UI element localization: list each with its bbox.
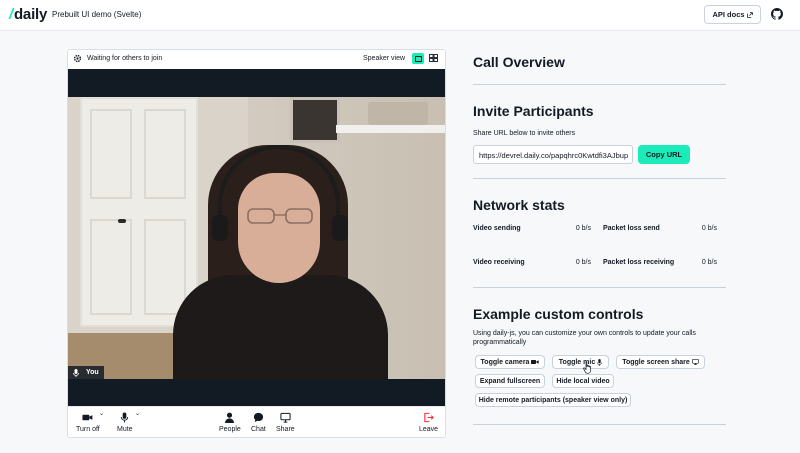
video-receiving-label: Video receiving — [473, 259, 525, 266]
people-button-label: People — [219, 426, 241, 433]
top-bar: /daily Prebuilt UI demo (Svelte) API doc… — [0, 0, 800, 31]
toggle-mic-button[interactable]: Toggle mic — [552, 355, 609, 369]
video-area: You — [68, 69, 445, 406]
participant-name-tag: You — [68, 366, 104, 379]
hide-local-video-button[interactable]: Hide local video — [552, 374, 614, 388]
video-sending-value: 0 b/s — [575, 225, 591, 232]
toggle-camera-button[interactable]: Toggle camera — [475, 355, 545, 369]
chat-bubble-icon — [253, 412, 263, 423]
gear-icon[interactable] — [73, 54, 82, 63]
camera-toggle[interactable]: Turn off — [76, 412, 100, 433]
api-docs-label: API docs — [712, 10, 745, 19]
divider — [473, 424, 726, 425]
hide-remote-participants-button[interactable]: Hide remote participants (speaker view o… — [475, 393, 631, 407]
screen-share-icon — [280, 412, 291, 423]
call-top-bar: Waiting for others to join Speaker view — [68, 50, 445, 69]
video-sending-label: Video sending — [473, 225, 521, 232]
packet-loss-send-value: 0 b/s — [701, 225, 717, 232]
divider — [473, 287, 726, 288]
divider — [473, 84, 726, 85]
call-controls-bar: Turn off ⌄ Mute ⌄ People Chat Share Leav… — [68, 406, 445, 437]
microphone-icon — [597, 358, 602, 366]
leave-button[interactable]: Leave — [419, 412, 438, 433]
call-status-text: Waiting for others to join — [87, 55, 163, 62]
mic-toggle[interactable]: Mute — [117, 412, 133, 433]
chat-button[interactable]: Chat — [251, 412, 266, 433]
toggle-camera-label: Toggle camera — [480, 358, 530, 366]
github-icon[interactable] — [771, 8, 783, 20]
mic-options-chevron-icon[interactable]: ⌄ — [135, 410, 140, 417]
mic-icon — [73, 368, 79, 377]
chat-button-label: Chat — [251, 426, 266, 433]
camera-toggle-label: Turn off — [76, 426, 100, 433]
daily-logo[interactable]: /daily — [9, 6, 47, 23]
share-button-label: Share — [276, 426, 295, 433]
custom-controls-description: Using daily-js, you can customize your o… — [473, 330, 696, 346]
mic-toggle-label: Mute — [117, 426, 133, 433]
app-title: Prebuilt UI demo (Svelte) — [52, 10, 142, 19]
api-docs-button[interactable]: API docs — [704, 5, 761, 24]
expand-fullscreen-button[interactable]: Expand fullscreen — [475, 374, 545, 388]
camera-options-chevron-icon[interactable]: ⌄ — [99, 410, 104, 417]
copy-url-button[interactable]: Copy URL — [638, 145, 690, 164]
packet-loss-receiving-value: 0 b/s — [701, 259, 717, 266]
divider — [473, 178, 726, 179]
person-icon — [225, 412, 235, 423]
network-stats-title: Network stats — [473, 197, 565, 213]
door — [80, 97, 198, 327]
call-overview-title: Call Overview — [473, 54, 565, 70]
participant-name: You — [86, 369, 99, 376]
external-link-icon — [746, 11, 753, 18]
leave-door-icon — [424, 412, 434, 423]
speaker-view-button[interactable] — [412, 53, 424, 64]
packet-loss-send-label: Packet loss send — [603, 225, 660, 232]
view-mode-label: Speaker view — [363, 55, 406, 62]
monitor-icon — [691, 359, 699, 365]
microphone-icon — [121, 412, 129, 423]
invite-url-field[interactable]: https://devrel.daily.co/papqhrc0Kwtdfi3A… — [473, 145, 633, 164]
call-frame: Waiting for others to join Speaker view — [67, 49, 446, 438]
toggle-screen-share-button[interactable]: Toggle screen share — [616, 355, 705, 369]
invite-title: Invite Participants — [473, 103, 594, 119]
leave-button-label: Leave — [419, 426, 439, 433]
video-camera-icon — [82, 414, 93, 421]
invite-description: Share URL below to invite others — [473, 130, 576, 137]
share-button[interactable]: Share — [276, 412, 295, 433]
custom-controls-title: Example custom controls — [473, 306, 644, 322]
packet-loss-receiving-label: Packet loss receiving — [603, 259, 675, 266]
grid-view-icon[interactable] — [429, 54, 438, 62]
video-receiving-value: 0 b/s — [575, 259, 591, 266]
toggle-screen-share-label: Toggle screen share — [622, 358, 690, 366]
participant-video: You — [68, 97, 445, 379]
video-camera-icon — [531, 360, 540, 364]
hand-cursor-icon — [583, 361, 591, 374]
people-button[interactable]: People — [219, 412, 241, 433]
